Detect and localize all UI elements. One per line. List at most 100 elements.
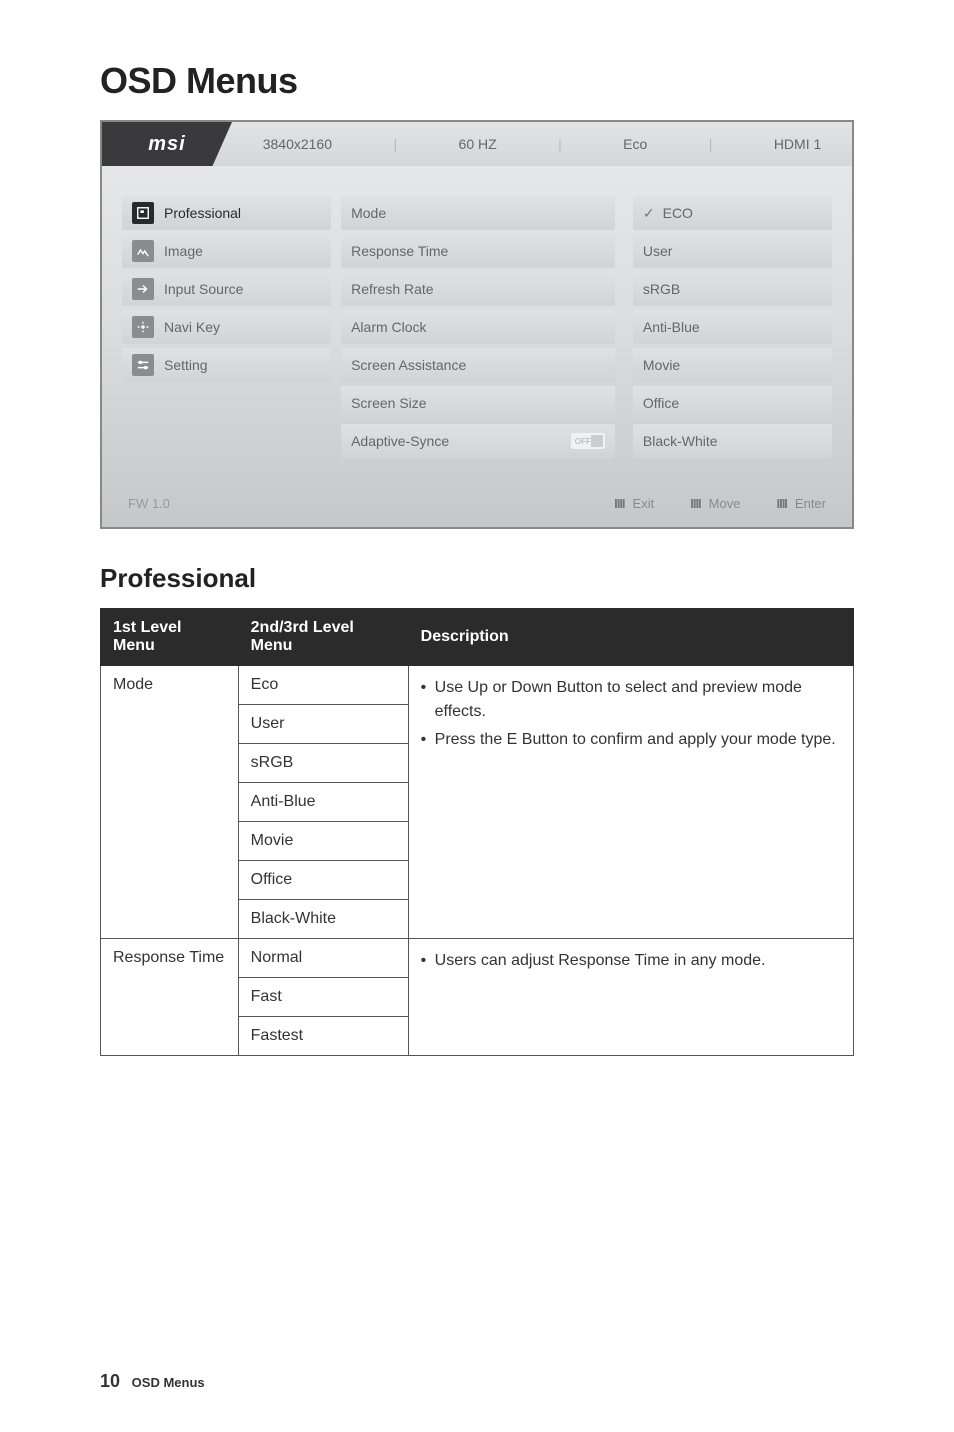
hint-exit: IIII Exit [614,496,654,511]
hint-label: Move [709,496,741,511]
cell-desc: Use Up or Down Button to select and prev… [408,666,853,939]
submenu-alarm-clock[interactable]: Alarm Clock [341,310,615,344]
menu-label: Input Source [164,281,243,297]
option-movie[interactable]: Movie [633,348,832,382]
osd-status-bar: 3840x2160 | 60 HZ | Eco | HDMI 1 [232,136,852,152]
osd-submenu: Mode Response Time Refresh Rate Alarm Cl… [341,196,615,458]
option-label: Movie [643,357,680,373]
option-label: User [643,243,673,259]
status-input: HDMI 1 [774,136,821,152]
osd-bottom-bar: FW 1.0 IIII Exit IIII Move IIII Enter [102,486,852,515]
bars-icon: IIII [776,496,786,511]
submenu-label: Alarm Clock [351,319,426,335]
menu-label: Setting [164,357,208,373]
cell-level2: Eco [238,666,408,705]
image-icon [132,240,154,262]
option-label: Black-White [643,433,718,449]
menu-label: Navi Key [164,319,220,335]
cell-level2: Movie [238,822,408,861]
desc-line: Users can adjust Response Time in any mo… [421,949,841,973]
menu-input-source[interactable]: Input Source [122,272,331,306]
cell-level2: Office [238,861,408,900]
menu-label: Professional [164,205,241,221]
osd-top-bar: msi 3840x2160 | 60 HZ | Eco | HDMI 1 [102,122,852,166]
option-label: Office [643,395,679,411]
option-black-white[interactable]: Black-White [633,424,832,458]
osd-main-menu: Professional Image Input Source [122,196,331,458]
cell-level1: Response Time [101,939,239,1056]
menu-professional[interactable]: Professional [122,196,331,230]
submenu-label: Adaptive-Synce [351,433,449,449]
section-heading: Professional [100,563,854,594]
submenu-label: Mode [351,205,386,221]
toggle-off[interactable]: OFF [571,433,605,449]
status-refresh: 60 HZ [459,136,497,152]
option-eco[interactable]: ✓ ECO [633,196,832,230]
bars-icon: IIII [690,496,700,511]
cell-desc: Users can adjust Response Time in any mo… [408,939,853,1056]
check-icon: ✓ [643,205,655,222]
th-desc: Description [408,609,853,666]
menu-image[interactable]: Image [122,234,331,268]
separator: | [558,136,562,152]
submenu-response-time[interactable]: Response Time [341,234,615,268]
table-header-row: 1st Level Menu 2nd/3rd Level Menu Descri… [101,609,854,666]
brand-logo: msi [102,122,232,166]
hint-enter: IIII Enter [776,496,826,511]
setting-icon [132,354,154,376]
table-row: Mode Eco Use Up or Down Button to select… [101,666,854,705]
option-label: ECO [663,205,693,221]
th-level2: 2nd/3rd Level Menu [238,609,408,666]
cell-level2: Fastest [238,1017,408,1056]
professional-icon [132,202,154,224]
separator: | [393,136,397,152]
osd-options: ✓ ECO User sRGB Anti-Blue Movie Office Bl… [633,196,832,458]
option-label: Anti-Blue [643,319,700,335]
status-resolution: 3840x2160 [263,136,332,152]
submenu-label: Response Time [351,243,448,259]
page: OSD Menus msi 3840x2160 | 60 HZ | Eco | … [0,0,954,1432]
option-anti-blue[interactable]: Anti-Blue [633,310,832,344]
status-mode: Eco [623,136,647,152]
desc-line: Use Up or Down Button to select and prev… [421,676,841,724]
submenu-label: Refresh Rate [351,281,433,297]
menu-setting[interactable]: Setting [122,348,331,382]
footer-title: OSD Menus [132,1375,205,1390]
page-number: 10 [100,1371,120,1391]
submenu-label: Screen Assistance [351,357,466,373]
desc-line: Press the E Button to confirm and apply … [421,728,841,752]
submenu-label: Screen Size [351,395,426,411]
option-srgb[interactable]: sRGB [633,272,832,306]
hint-label: Enter [795,496,826,511]
hint-label: Exit [633,496,655,511]
option-user[interactable]: User [633,234,832,268]
menu-navi-key[interactable]: Navi Key [122,310,331,344]
cell-level2: Black-White [238,900,408,939]
th-level1: 1st Level Menu [101,609,239,666]
table-row: Response Time Normal Users can adjust Re… [101,939,854,978]
submenu-adaptive-sync[interactable]: Adaptive-Synce OFF [341,424,615,458]
submenu-refresh-rate[interactable]: Refresh Rate [341,272,615,306]
cell-level2: Anti-Blue [238,783,408,822]
menu-reference-table: 1st Level Menu 2nd/3rd Level Menu Descri… [100,608,854,1056]
menu-label: Image [164,243,203,259]
navi-key-icon [132,316,154,338]
cell-level1: Mode [101,666,239,939]
cell-level2: Normal [238,939,408,978]
input-source-icon [132,278,154,300]
cell-level2: Fast [238,978,408,1017]
submenu-mode[interactable]: Mode [341,196,615,230]
bars-icon: IIII [614,496,624,511]
option-label: sRGB [643,281,680,297]
page-footer: 10 OSD Menus [100,1371,205,1392]
osd-screenshot: msi 3840x2160 | 60 HZ | Eco | HDMI 1 Pro… [100,120,854,529]
cell-level2: User [238,705,408,744]
separator: | [709,136,713,152]
page-title: OSD Menus [100,60,854,102]
cell-level2: sRGB [238,744,408,783]
option-office[interactable]: Office [633,386,832,420]
submenu-screen-size[interactable]: Screen Size [341,386,615,420]
osd-body: Professional Image Input Source [102,166,852,486]
submenu-screen-assistance[interactable]: Screen Assistance [341,348,615,382]
firmware-version: FW 1.0 [128,496,170,511]
